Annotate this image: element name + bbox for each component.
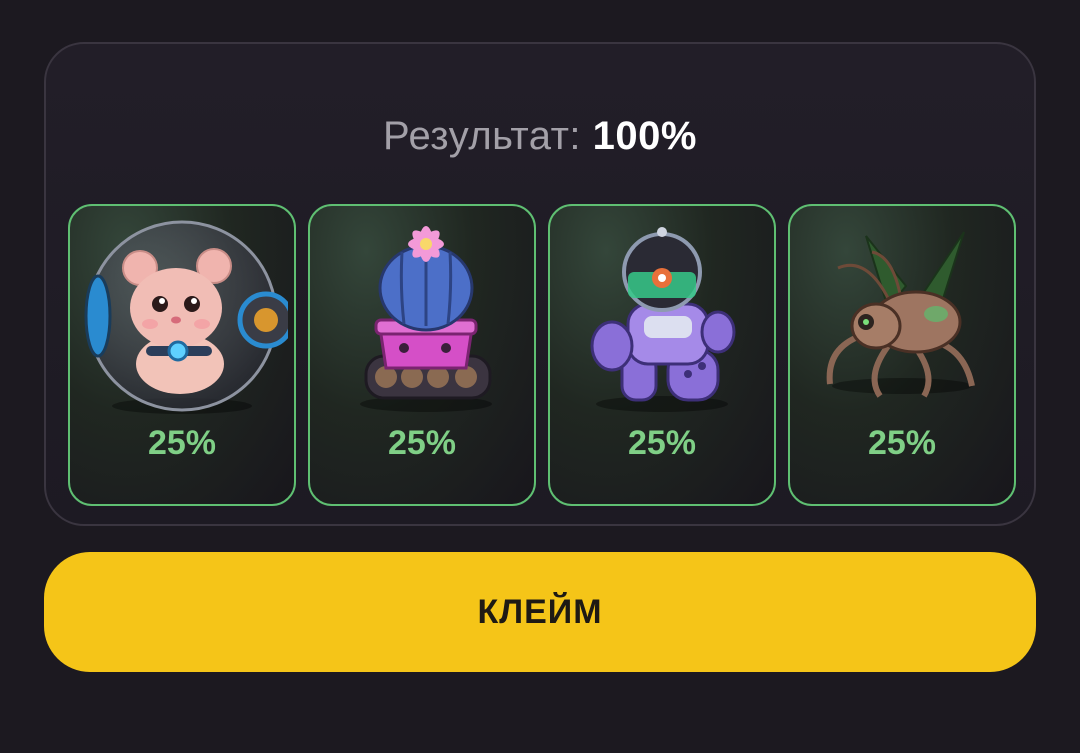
reward-card-cactus[interactable]: 25%	[308, 204, 536, 506]
card-percent: 25%	[147, 424, 217, 462]
result-heading: Результат: 100%	[46, 114, 1034, 159]
mech-insect-image	[826, 231, 975, 398]
fishbowl-robot-image	[590, 227, 736, 412]
reward-card-robot[interactable]: 25%	[548, 204, 776, 506]
claim-button[interactable]: КЛЕЙМ	[44, 552, 1036, 672]
card-percent: 25%	[627, 424, 697, 462]
result-value: 100%	[592, 114, 697, 158]
result-panel: Результат: 100% 25% 25% 25% 25%	[44, 42, 1036, 526]
cactus-tank-image	[360, 226, 492, 412]
reward-card-hamster[interactable]: 25%	[68, 204, 296, 506]
reward-card-insect[interactable]: 25%	[788, 204, 1016, 506]
reward-cards: 25% 25% 25% 25%	[68, 204, 1016, 506]
card-percent: 25%	[867, 424, 937, 462]
hamster-ball-image	[84, 220, 288, 414]
card-percent: 25%	[387, 424, 457, 462]
result-label: Результат:	[383, 114, 582, 158]
